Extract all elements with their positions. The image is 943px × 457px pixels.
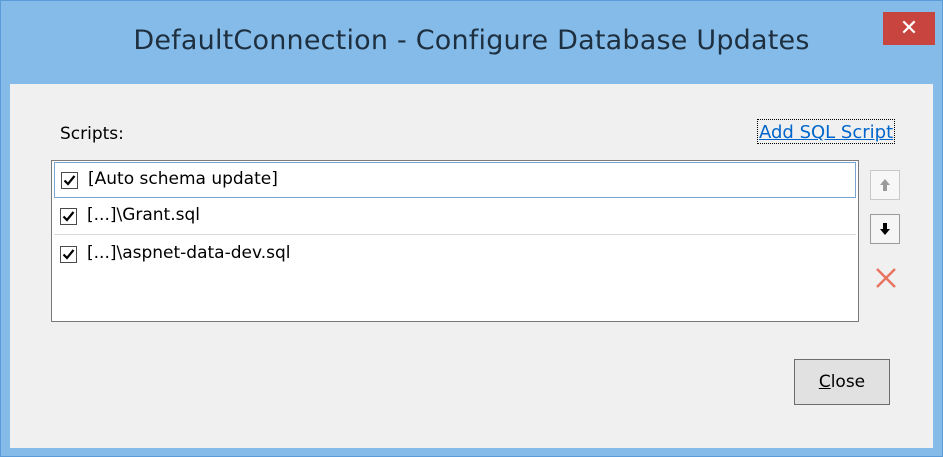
script-label: [...]\Grant.sql [87,205,200,225]
title-bar[interactable]: DefaultConnection - Configure Database U… [1,1,942,83]
close-icon: ✕ [899,16,919,41]
scripts-label: Scripts: [60,124,124,144]
script-label: [...]\aspnet-data-dev.sql [87,243,291,263]
move-down-button[interactable] [870,214,900,244]
scripts-list[interactable]: [Auto schema update] [...]\Grant.sql [..… [51,160,859,322]
move-up-button[interactable] [870,170,900,200]
close-button-label: lose [830,372,866,392]
script-checkbox[interactable] [60,246,77,263]
list-item[interactable]: [...]\Grant.sql [54,199,856,235]
checkmark-icon [62,249,75,260]
script-checkbox[interactable] [61,172,78,189]
window-close-button[interactable]: ✕ [883,12,935,45]
dialog-body: Scripts: Add SQL Script [Auto schema upd… [10,84,933,448]
dialog-window: DefaultConnection - Configure Database U… [0,0,943,457]
delete-script-button[interactable] [870,262,900,292]
script-checkbox[interactable] [60,208,77,225]
list-item[interactable]: [...]\aspnet-data-dev.sql [54,237,856,273]
checkmark-icon [62,211,75,222]
close-button-accelerator: C [818,372,831,392]
arrow-up-icon [880,179,890,191]
checkmark-icon [63,175,76,186]
add-sql-script-link[interactable]: Add SQL Script [757,119,896,144]
window-title: DefaultConnection - Configure Database U… [133,25,810,56]
list-item[interactable]: [Auto schema update] [54,162,856,198]
arrow-down-icon [880,223,890,235]
close-button[interactable]: Close [794,359,890,405]
delete-x-icon [876,268,896,288]
script-label: [Auto schema update] [88,169,278,189]
